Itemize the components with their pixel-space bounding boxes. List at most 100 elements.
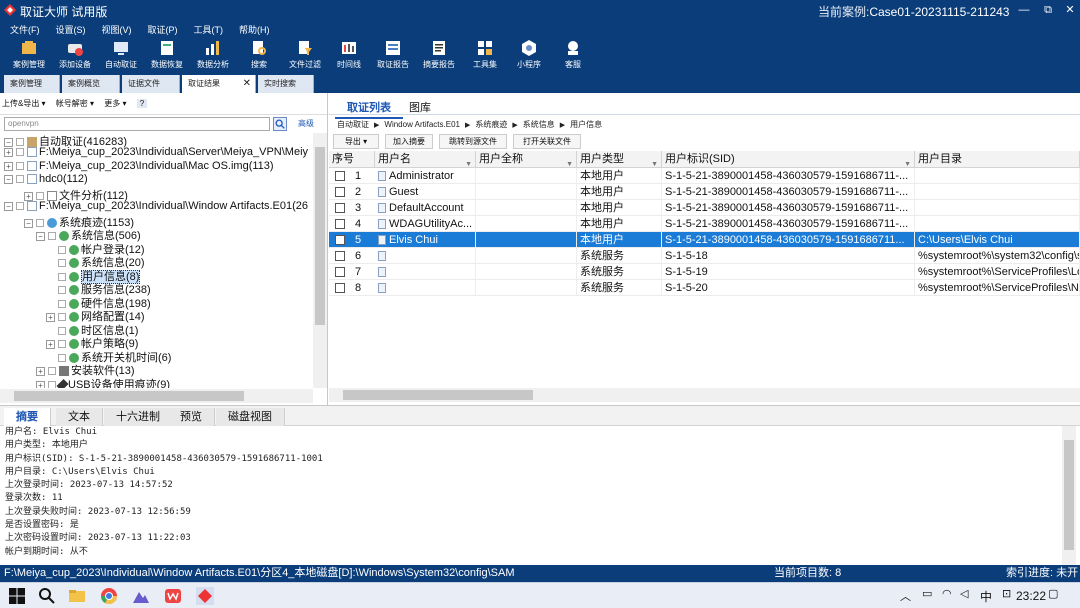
add-to-summary-button[interactable]: 加入摘要: [385, 134, 433, 149]
table-row[interactable]: 1 Administrator 本地用户 S-1-5-21-3890001458…: [329, 168, 1080, 184]
column-userdir[interactable]: 用户目录: [915, 151, 1080, 168]
tree-node-selected[interactable]: 用户信息(8): [58, 268, 141, 284]
tab-evidence-list[interactable]: 取证列表: [335, 97, 403, 119]
volume-icon[interactable]: ◁: [960, 587, 968, 600]
customer-service-button[interactable]: 客服: [550, 39, 596, 70]
tab-case-manage[interactable]: 案例管理: [4, 75, 60, 93]
tree-node[interactable]: + USB设备使用痕迹(9): [36, 376, 170, 388]
case-manage-button[interactable]: 案例管理: [6, 39, 52, 70]
breadcrumb-item[interactable]: 自动取证: [337, 120, 369, 129]
wifi-icon[interactable]: ◠: [942, 587, 952, 600]
search-icon[interactable]: [273, 117, 287, 131]
table-row[interactable]: 2 Guest 本地用户 S-1-5-21-3890001458-4360305…: [329, 184, 1080, 200]
breadcrumb-item[interactable]: 用户信息: [570, 120, 602, 129]
chrome-icon[interactable]: [100, 587, 118, 605]
tab-text[interactable]: 文本: [56, 408, 103, 426]
tree-node[interactable]: 系统开关机时间(6): [58, 349, 171, 364]
jump-to-source-button[interactable]: 跳转到源文件: [439, 134, 507, 149]
tab-hex[interactable]: 十六进制: [104, 408, 173, 426]
row-checkbox[interactable]: [335, 219, 345, 229]
toolset-button[interactable]: 工具集: [462, 39, 508, 70]
table-row[interactable]: 3 DefaultAccount 本地用户 S-1-5-21-389000145…: [329, 200, 1080, 216]
file-filter-button[interactable]: 文件过滤: [282, 39, 328, 70]
menu-settings[interactable]: 设置(S): [46, 20, 92, 36]
row-checkbox[interactable]: [335, 171, 345, 181]
detail-vertical-scrollbar[interactable]: [1062, 426, 1076, 566]
menu-view[interactable]: 视图(V): [92, 20, 138, 36]
tree-horizontal-scrollbar[interactable]: [0, 389, 313, 403]
column-username[interactable]: 用户名 ▼: [375, 151, 476, 168]
table-row[interactable]: 6 系统服务 S-1-5-18 %systemroot%\system32\co…: [329, 248, 1080, 264]
tab-case-overview[interactable]: 案例概览: [62, 75, 120, 93]
table-row[interactable]: 4 WDAGUtilityAc... 本地用户 S-1-5-21-3890001…: [329, 216, 1080, 232]
help-icon[interactable]: ?: [136, 99, 148, 108]
tree-node[interactable]: + F:\Meiya_cup_2023\Individual\Mac OS.img…: [4, 160, 274, 173]
notification-icon[interactable]: ▢: [1048, 587, 1058, 600]
open-related-file-button[interactable]: 打开关联文件: [513, 134, 581, 149]
menu-help[interactable]: 帮助(H): [229, 20, 276, 36]
table-row-selected[interactable]: 5 Elvis Chui 本地用户 S-1-5-21-3890001458-43…: [329, 232, 1080, 248]
summary-report-button[interactable]: 摘要报告: [416, 39, 462, 70]
forensics-app-taskbar-icon[interactable]: [196, 587, 214, 605]
tab-forensic-results[interactable]: 取证结果 ✕: [182, 75, 256, 93]
account-decrypt-dropdown[interactable]: 帐号解密 ▾: [56, 99, 94, 108]
ime-mode-icon[interactable]: ⊡: [1002, 587, 1011, 600]
tray-up-icon[interactable]: ︿: [900, 588, 911, 604]
tree-node[interactable]: 硬件信息(198): [58, 295, 151, 310]
tab-gallery[interactable]: 图库: [397, 97, 443, 117]
windows-start-icon[interactable]: [8, 587, 26, 605]
close-tab-icon[interactable]: ✕: [243, 75, 251, 93]
tree-node[interactable]: 帐户登录(12): [58, 241, 145, 256]
network-icon[interactable]: ▭: [922, 587, 932, 600]
advanced-search-link[interactable]: 高级: [298, 118, 314, 129]
tree-node[interactable]: 时区信息(1): [58, 322, 138, 337]
row-checkbox[interactable]: [335, 187, 345, 197]
tree-node[interactable]: + 文件分析(112): [24, 187, 128, 202]
wps-icon[interactable]: [164, 587, 182, 605]
tab-evidence-files[interactable]: 证据文件: [122, 75, 180, 93]
timeline-button[interactable]: 时间线: [326, 39, 372, 70]
tree-node[interactable]: 系统信息(20): [58, 254, 145, 269]
tree-node[interactable]: − 系统痕迹(1153): [24, 214, 134, 229]
menu-forensics[interactable]: 取证(P): [138, 20, 184, 36]
clock[interactable]: 23:22: [1016, 589, 1046, 603]
tree-node[interactable]: + 网络配置(14): [46, 308, 145, 323]
column-index[interactable]: 序号: [329, 151, 375, 168]
row-checkbox[interactable]: [335, 203, 345, 213]
breadcrumb-item[interactable]: Window Artifacts.E01: [384, 120, 460, 129]
column-usertype[interactable]: 用户类型 ▼: [577, 151, 662, 168]
auto-forensics-button[interactable]: 自动取证: [98, 39, 144, 70]
tree-vertical-scrollbar[interactable]: [313, 133, 327, 388]
table-row[interactable]: 8 系统服务 S-1-5-20 %systemroot%\ServiceProf…: [329, 280, 1080, 296]
add-device-button[interactable]: 添加设备: [52, 39, 98, 70]
breadcrumb-item[interactable]: 系统痕迹: [475, 120, 507, 129]
tree-search-input[interactable]: openvpn: [4, 117, 270, 131]
menu-tools[interactable]: 工具(T): [184, 20, 230, 36]
column-fullname[interactable]: 用户全称 ▼: [476, 151, 577, 168]
export-dropdown[interactable]: 导出 ▾: [333, 134, 379, 149]
table-horizontal-scrollbar[interactable]: [329, 388, 1080, 402]
mini-program-button[interactable]: 小程序: [506, 39, 552, 70]
row-checkbox[interactable]: [335, 251, 345, 261]
row-checkbox[interactable]: [335, 235, 345, 245]
tree-node[interactable]: − F:\Meiya_cup_2023\Individual\Window Art…: [4, 200, 308, 213]
search-button[interactable]: 搜索: [236, 39, 282, 70]
tree-node[interactable]: + F:\Meiya_cup_2023\Individual\Server\Mei…: [4, 146, 308, 159]
tab-live-search[interactable]: 实时搜索: [258, 75, 314, 93]
tree-node[interactable]: + 帐户策略(9): [46, 335, 138, 350]
row-checkbox[interactable]: [335, 283, 345, 293]
tree-node[interactable]: 服务信息(238): [58, 281, 151, 296]
column-sid[interactable]: 用户标识(SID) ▼: [662, 151, 915, 168]
minimize-button[interactable]: —: [1012, 2, 1036, 18]
tree-node[interactable]: − 系统信息(506): [36, 227, 141, 242]
row-checkbox[interactable]: [335, 267, 345, 277]
data-analysis-button[interactable]: 数据分析: [190, 39, 236, 70]
tab-disk-view[interactable]: 磁盘视图: [216, 408, 285, 426]
upload-export-dropdown[interactable]: 上传&导出 ▾: [2, 99, 46, 108]
mountain-app-icon[interactable]: [132, 587, 150, 605]
search-taskbar-icon[interactable]: [38, 587, 56, 605]
tree-node[interactable]: + 安装软件(13): [36, 362, 135, 377]
tree-node[interactable]: − 自动取证(416283): [4, 133, 127, 148]
menu-file[interactable]: 文件(F): [0, 20, 46, 36]
close-button[interactable]: ✕: [1058, 2, 1080, 18]
